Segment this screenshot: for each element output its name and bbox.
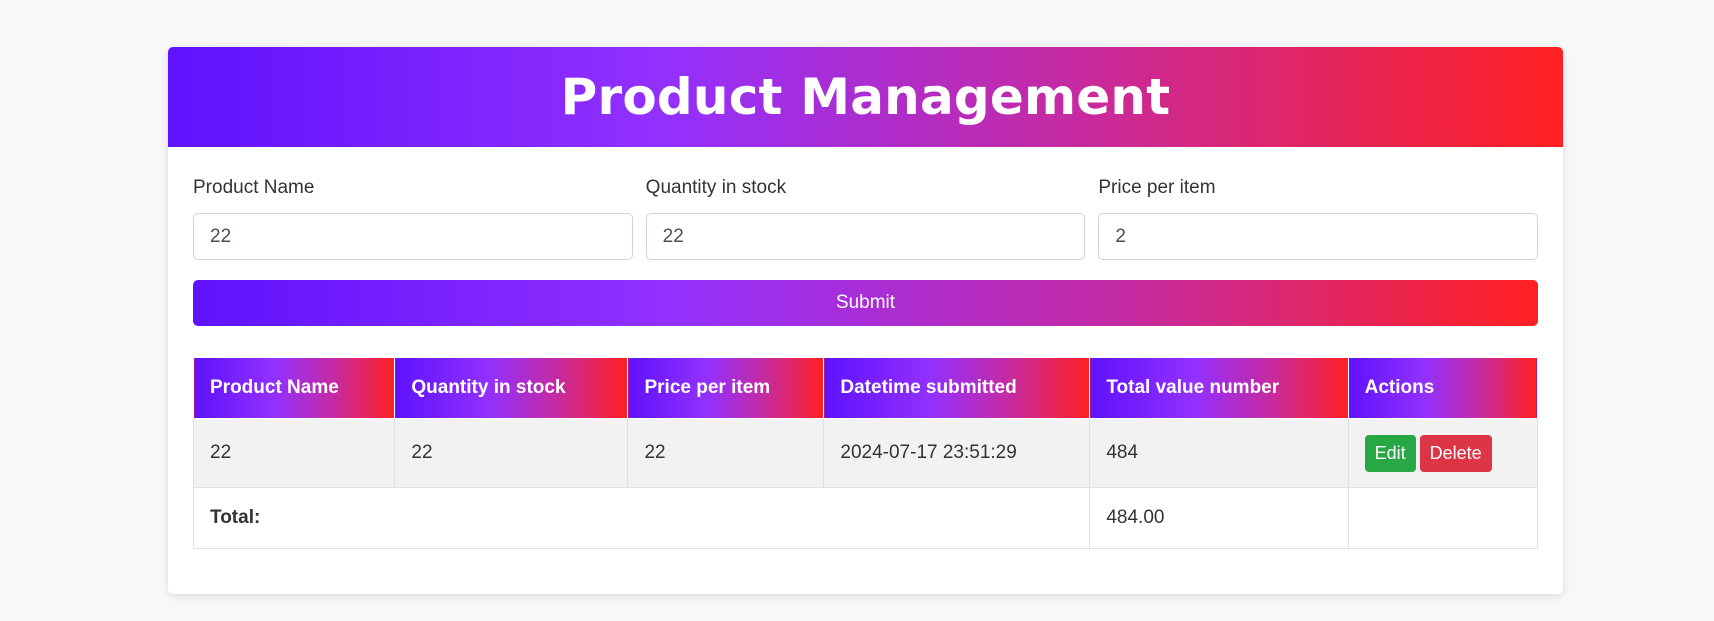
column-header-product-name: Product Name	[192, 357, 396, 419]
edit-button[interactable]: Edit	[1364, 434, 1416, 472]
form-group-quantity: Quantity in stock	[645, 177, 1086, 260]
card-header: Product Management	[168, 47, 1563, 147]
column-header-price: Price per item	[627, 357, 825, 419]
cell-price: 22	[627, 418, 825, 488]
form-group-product-name: Product Name	[193, 177, 633, 260]
table-row: 22 22 22 2024-07-17 23:51:29 484 Edit Del…	[192, 418, 1539, 488]
total-value: 484.00	[1089, 487, 1349, 549]
table-header-row: Product Name Quantity in stock Price per…	[192, 357, 1539, 419]
products-table: Product Name Quantity in stock Price per…	[192, 357, 1539, 549]
total-label: Total:	[192, 487, 1091, 549]
price-label: Price per item	[1098, 177, 1216, 198]
product-form: Product Name Quantity in stock Price per…	[193, 177, 1539, 326]
price-input[interactable]	[1098, 213, 1539, 260]
quantity-input[interactable]	[645, 213, 1086, 260]
card-body: Product Name Quantity in stock Price per…	[168, 177, 1563, 549]
column-header-quantity: Quantity in stock	[394, 357, 629, 419]
column-header-datetime: Datetime submitted	[823, 357, 1091, 419]
total-actions-empty	[1347, 487, 1539, 549]
cell-actions: Edit Delete	[1347, 418, 1539, 488]
submit-button[interactable]: Submit	[193, 280, 1538, 326]
page-title: Product Management	[560, 68, 1171, 126]
product-management-card: Product Management Product Name Quantity…	[168, 47, 1563, 594]
total-row: Total: 484.00	[192, 487, 1539, 549]
quantity-label: Quantity in stock	[645, 177, 787, 198]
cell-datetime: 2024-07-17 23:51:29	[823, 418, 1091, 488]
product-name-input[interactable]	[193, 213, 633, 260]
cell-product-name: 22	[192, 418, 396, 488]
column-header-actions: Actions	[1347, 357, 1539, 419]
delete-button[interactable]: Delete	[1419, 434, 1492, 472]
column-header-total-value: Total value number	[1089, 357, 1349, 419]
form-row: Product Name Quantity in stock Price per…	[193, 177, 1539, 260]
cell-quantity: 22	[394, 418, 629, 488]
product-name-label: Product Name	[193, 177, 315, 198]
form-group-price: Price per item	[1098, 177, 1539, 260]
cell-total-value: 484	[1089, 418, 1349, 488]
